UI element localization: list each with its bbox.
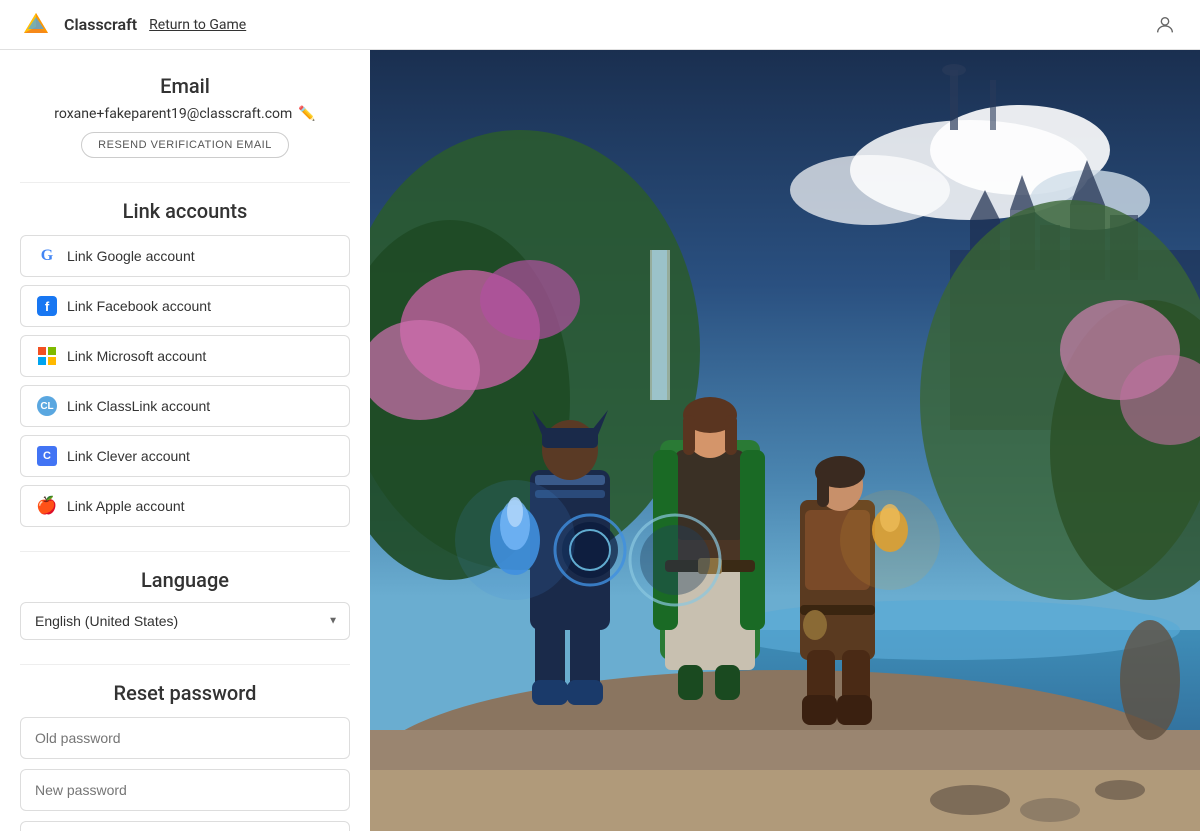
language-select[interactable]: English (United States) Français Español…	[20, 602, 350, 640]
facebook-icon: f	[37, 296, 57, 316]
link-microsoft-label: Link Microsoft account	[67, 348, 206, 364]
reset-password-title: Reset password	[20, 681, 350, 705]
user-menu-button[interactable]	[1150, 10, 1180, 40]
email-section-title: Email	[20, 74, 350, 98]
apple-icon: 🍎	[37, 496, 57, 516]
link-accounts-section: Link accounts G Link Google account f Li…	[20, 199, 350, 527]
microsoft-icon	[37, 346, 57, 366]
link-microsoft-button[interactable]: Link Microsoft account	[20, 335, 350, 377]
app-name: Classcraft	[64, 15, 137, 34]
divider-1	[20, 182, 350, 183]
divider-3	[20, 664, 350, 665]
link-clever-label: Link Clever account	[67, 448, 190, 464]
left-panel: Email roxane+fakeparent19@classcraft.com…	[0, 50, 370, 831]
main-layout: Email roxane+fakeparent19@classcraft.com…	[0, 50, 1200, 831]
clever-icon: C	[37, 446, 57, 466]
language-title: Language	[20, 568, 350, 592]
link-apple-button[interactable]: 🍎 Link Apple account	[20, 485, 350, 527]
email-display: roxane+fakeparent19@classcraft.com ✏️	[20, 106, 350, 122]
old-password-input[interactable]	[20, 717, 350, 759]
link-apple-label: Link Apple account	[67, 498, 185, 514]
link-google-label: Link Google account	[67, 248, 195, 264]
link-facebook-label: Link Facebook account	[67, 298, 211, 314]
link-classlink-button[interactable]: CL Link ClassLink account	[20, 385, 350, 427]
language-select-wrapper: English (United States) Français Español…	[20, 602, 350, 640]
divider-2	[20, 551, 350, 552]
confirm-password-input[interactable]	[20, 821, 350, 831]
link-facebook-button[interactable]: f Link Facebook account	[20, 285, 350, 327]
return-to-game-link[interactable]: Return to Game	[149, 17, 246, 33]
language-section: Language English (United States) Françai…	[20, 568, 350, 640]
header-left: Classcraft Return to Game	[20, 9, 246, 41]
email-value: roxane+fakeparent19@classcraft.com	[54, 106, 292, 122]
reset-password-section: Reset password SAVE	[20, 681, 350, 831]
link-classlink-label: Link ClassLink account	[67, 398, 210, 414]
email-section: Email roxane+fakeparent19@classcraft.com…	[20, 74, 350, 158]
link-clever-button[interactable]: C Link Clever account	[20, 435, 350, 477]
classlink-icon: CL	[37, 396, 57, 416]
app-header: Classcraft Return to Game	[0, 0, 1200, 50]
resend-verification-button[interactable]: RESEND VERIFICATION EMAIL	[81, 132, 289, 158]
link-google-button[interactable]: G Link Google account	[20, 235, 350, 277]
link-accounts-title: Link accounts	[20, 199, 350, 223]
edit-email-icon[interactable]: ✏️	[298, 106, 315, 122]
new-password-input[interactable]	[20, 769, 350, 811]
classcraft-logo	[20, 9, 52, 41]
right-panel-image	[370, 50, 1200, 831]
google-icon: G	[37, 246, 57, 266]
